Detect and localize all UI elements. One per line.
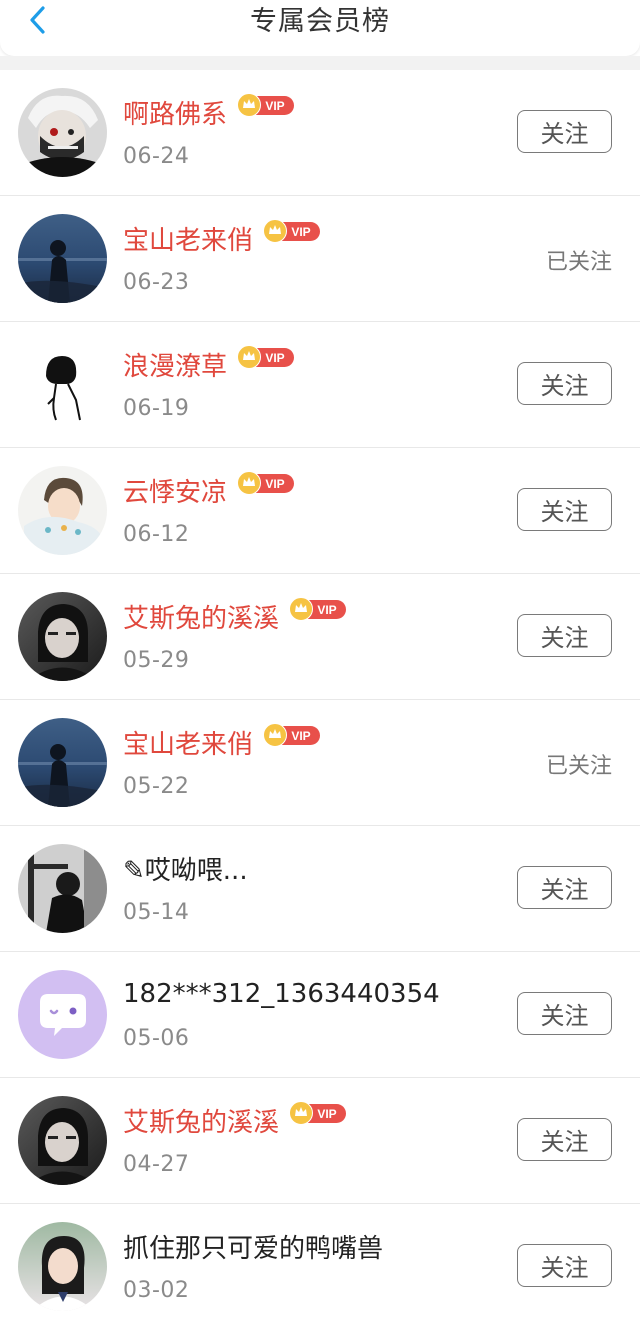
avatar-anime-boy[interactable] — [18, 466, 107, 555]
avatar-masked-anime[interactable] — [18, 88, 107, 177]
member-name-line: ✎哎呦喂... — [123, 850, 248, 886]
vip-badge-icon: VIP — [263, 723, 321, 747]
member-date: 06-24 — [123, 144, 190, 169]
follow-button[interactable]: 关注 — [517, 1118, 612, 1161]
follow-button[interactable]: 关注 — [517, 362, 612, 405]
member-row[interactable]: 宝山老来俏 VIP 05-22 已关注 — [0, 700, 640, 826]
member-row[interactable]: 云悸安凉 VIP 06-12 关注 — [0, 448, 640, 574]
followed-label[interactable]: 已关注 — [546, 244, 612, 276]
member-name[interactable]: 浪漫潦草 — [123, 346, 227, 383]
page-title: 专属会员榜 — [250, 6, 390, 37]
member-name-line: 浪漫潦草 VIP — [123, 345, 295, 383]
member-row[interactable]: 艾斯兔的溪溪 VIP 05-29 关注 — [0, 574, 640, 700]
member-name-line: 艾斯兔的溪溪 VIP — [123, 597, 347, 635]
svg-text:VIP: VIP — [265, 99, 284, 113]
member-name-line: 抓住那只可爱的鸭嘴兽 — [123, 1228, 383, 1264]
member-date: 05-22 — [123, 774, 190, 799]
member-date: 03-02 — [123, 1278, 190, 1303]
avatar-girl-photo[interactable] — [18, 1222, 107, 1311]
member-name[interactable]: ✎哎呦喂... — [123, 850, 248, 887]
member-row[interactable]: 抓住那只可爱的鸭嘴兽 03-02 关注 — [0, 1204, 640, 1330]
follow-button[interactable]: 关注 — [517, 110, 612, 153]
vip-badge-icon: VIP — [237, 471, 295, 495]
member-date: 05-14 — [123, 900, 190, 925]
member-name-line: 宝山老来俏 VIP — [123, 219, 321, 257]
avatar-bw-photo[interactable] — [18, 844, 107, 933]
avatar-sketch-figure[interactable] — [18, 340, 107, 429]
follow-button[interactable]: 关注 — [517, 614, 612, 657]
member-list: 啊路佛系 VIP 06-24 关注 宝山老来俏 VIP 06-23 已关注 浪漫潦草… — [0, 70, 640, 1330]
member-name[interactable]: 宝山老来俏 — [123, 220, 253, 257]
member-row[interactable]: ✎哎呦喂... 05-14 关注 — [0, 826, 640, 952]
member-row[interactable]: 浪漫潦草 VIP 06-19 关注 — [0, 322, 640, 448]
vip-badge-icon: VIP — [237, 345, 295, 369]
avatar-sea-silhouette[interactable] — [18, 718, 107, 807]
member-name-line: 宝山老来俏 VIP — [123, 723, 321, 761]
member-name[interactable]: 云悸安凉 — [123, 472, 227, 509]
vip-badge-icon: VIP — [263, 219, 321, 243]
member-name-line: 云悸安凉 VIP — [123, 471, 295, 509]
member-name-line: 啊路佛系 VIP — [123, 93, 295, 131]
vip-badge-icon: VIP — [237, 93, 295, 117]
member-name[interactable]: 182***312_1363440354 — [123, 979, 440, 1009]
avatar-sea-silhouette[interactable] — [18, 214, 107, 303]
svg-text:VIP: VIP — [317, 1107, 336, 1121]
svg-text:VIP: VIP — [291, 225, 310, 239]
member-date: 05-29 — [123, 648, 190, 673]
vip-badge-icon: VIP — [289, 1101, 347, 1125]
member-row[interactable]: 182***312_1363440354 05-06 关注 — [0, 952, 640, 1078]
svg-text:VIP: VIP — [291, 729, 310, 743]
member-name-line: 182***312_1363440354 — [123, 976, 440, 1012]
member-row[interactable]: 啊路佛系 VIP 06-24 关注 — [0, 70, 640, 196]
member-date: 04-27 — [123, 1152, 190, 1177]
member-date: 06-23 — [123, 270, 190, 295]
avatar-default-chat[interactable] — [18, 970, 107, 1059]
member-row[interactable]: 艾斯兔的溪溪 VIP 04-27 关注 — [0, 1078, 640, 1204]
member-date: 06-19 — [123, 396, 190, 421]
member-name[interactable]: 宝山老来俏 — [123, 724, 253, 761]
member-row[interactable]: 宝山老来俏 VIP 06-23 已关注 — [0, 196, 640, 322]
member-name[interactable]: 艾斯兔的溪溪 — [123, 598, 279, 635]
follow-button[interactable]: 关注 — [517, 488, 612, 531]
member-name-line: 艾斯兔的溪溪 VIP — [123, 1101, 347, 1139]
avatar-portrait-dark[interactable] — [18, 1096, 107, 1185]
svg-text:VIP: VIP — [265, 351, 284, 365]
member-date: 05-06 — [123, 1026, 190, 1051]
svg-text:VIP: VIP — [317, 603, 336, 617]
follow-button[interactable]: 关注 — [517, 866, 612, 909]
member-name[interactable]: 抓住那只可爱的鸭嘴兽 — [123, 1228, 383, 1265]
svg-text:VIP: VIP — [265, 477, 284, 491]
section-divider — [0, 56, 640, 70]
avatar-portrait-dark[interactable] — [18, 592, 107, 681]
member-name[interactable]: 艾斯兔的溪溪 — [123, 1102, 279, 1139]
member-date: 06-12 — [123, 522, 190, 547]
followed-label[interactable]: 已关注 — [546, 748, 612, 780]
follow-button[interactable]: 关注 — [517, 992, 612, 1035]
top-bar: 专属会员榜 — [0, 0, 640, 56]
vip-badge-icon: VIP — [289, 597, 347, 621]
member-name[interactable]: 啊路佛系 — [123, 94, 227, 131]
follow-button[interactable]: 关注 — [517, 1244, 612, 1287]
